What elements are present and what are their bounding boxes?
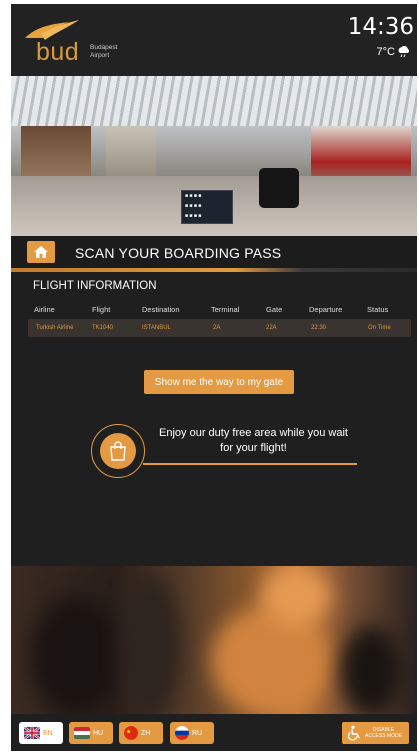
flight-cell: 22:30	[311, 325, 327, 331]
flight-info-header: Airline Flight Destination Terminal Gate…	[28, 302, 411, 316]
hu-flag-icon	[74, 727, 90, 739]
lang-button-zh[interactable]: ZH	[119, 722, 163, 744]
flight-cell: On Time	[368, 325, 391, 331]
col-header: Terminal	[211, 305, 240, 314]
lang-label: HU	[93, 729, 104, 737]
disable-access-mode-button[interactable]: DISABLE ACCESS MODE	[342, 722, 409, 744]
footer: EN HU ZH RU DISABLE ACCESS MODE	[11, 714, 417, 751]
scan-bar: SCAN YOUR BOARDING PASS	[11, 236, 417, 268]
airport-logo: bud Budapest Airport	[23, 18, 133, 68]
kiosk-screen: bud Budapest Airport 14:36 7°C ■ ■ ■ ■ ■ …	[11, 4, 417, 751]
lang-button-en[interactable]: EN	[19, 722, 63, 744]
flight-row: Turkish Airline TK1040 ISTANBUL 2A 22A 2…	[28, 319, 411, 337]
duty-free-badge	[100, 433, 136, 469]
temperature: 7°C	[376, 46, 395, 58]
cloud-rain-icon	[398, 46, 409, 58]
flight-cell: TK1040	[92, 325, 114, 331]
col-header: Departure	[309, 305, 343, 314]
col-header: Destination	[142, 305, 180, 314]
col-header: Status	[367, 305, 389, 314]
show-gate-button[interactable]: Show me the way to my gate	[144, 370, 294, 394]
access-mode-label: DISABLE ACCESS MODE	[365, 727, 402, 739]
flight-info-title: FLIGHT INFORMATION	[33, 280, 157, 292]
lang-button-ru[interactable]: RU	[170, 722, 214, 744]
weather: 7°C	[377, 46, 411, 58]
header: bud Budapest Airport 14:36 7°C	[11, 4, 417, 76]
scan-title: SCAN YOUR BOARDING PASS	[75, 245, 282, 261]
home-icon	[34, 246, 48, 258]
promo-image	[11, 566, 417, 714]
flight-cell: 22A	[266, 325, 277, 331]
uk-flag-icon	[24, 727, 40, 739]
cn-flag-icon	[124, 726, 138, 740]
col-header: Flight	[92, 305, 111, 314]
airport-hero-image: ■ ■ ■ ■ ■ ■ ■ ■ ■ ■ ■ ■	[11, 76, 417, 236]
col-header: Airline	[34, 305, 55, 314]
duty-free-message: Enjoy our duty free area while you wait …	[159, 427, 348, 454]
col-header: Gate	[266, 305, 283, 314]
lang-button-hu[interactable]: HU	[69, 722, 113, 744]
lang-label: ZH	[141, 729, 151, 737]
logo-text: bud	[36, 38, 80, 66]
flight-cell: Turkish Airline	[36, 325, 74, 331]
flight-cell: ISTANBUL	[142, 325, 171, 331]
clock: 14:36	[347, 14, 414, 40]
departure-board: ■ ■ ■ ■ ■ ■ ■ ■ ■ ■ ■ ■	[181, 190, 233, 224]
shopping-bag-icon	[110, 441, 126, 461]
home-button[interactable]	[27, 241, 55, 263]
lang-label: EN	[43, 729, 53, 737]
logo-subtitle: Budapest Airport	[90, 44, 118, 59]
flight-cell: 2A	[213, 325, 221, 331]
duty-free-underline	[143, 463, 357, 465]
ru-flag-icon	[175, 726, 189, 740]
wheelchair-icon	[347, 725, 360, 741]
lang-label: RU	[192, 729, 203, 737]
scan-divider	[11, 268, 417, 272]
